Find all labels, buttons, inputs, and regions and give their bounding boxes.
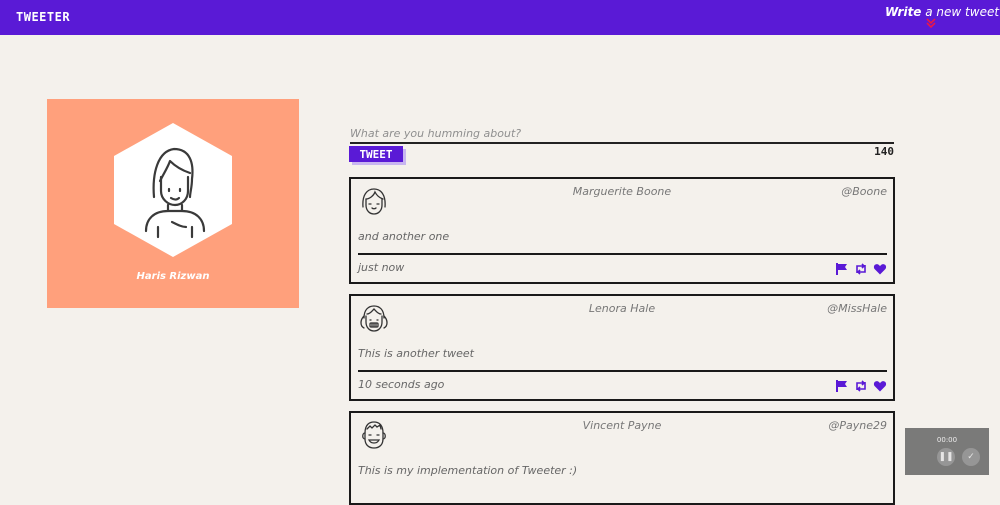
tweet-card: Marguerite Boone @Boone and another one … [349,177,895,284]
tweet-timestamp: 10 seconds ago [358,378,445,391]
retweet-icon[interactable] [854,378,868,392]
tweet-text: and another one [358,230,450,243]
write-new-tweet-link[interactable]: Write a new tweet [885,5,999,19]
tweet-divider [358,253,887,255]
tweet-actions [835,261,887,275]
recorder-widget: 00:00 ❚❚ ✓ [905,428,989,475]
tweet-text: This is my implementation of Tweeter :) [358,464,578,477]
pause-icon[interactable]: ❚❚ [937,448,955,466]
tweet-author: Vincent Payne [582,419,662,432]
tweet-text: This is another tweet [358,347,474,360]
tweet-card: Lenora Hale @MissHale This is another tw… [349,294,895,401]
tweet-handle: @Boone [841,185,887,198]
tweet-actions [835,378,887,392]
check-icon[interactable]: ✓ [962,448,980,466]
tweet-button[interactable]: TWEET [349,146,403,162]
tweet-divider [358,370,887,372]
tweet-author: Lenora Hale [588,302,656,315]
character-counter: 140 [874,145,894,158]
profile-name: Haris Rizwan [136,271,210,282]
tweet-author: Marguerite Boone [572,185,672,198]
recorder-time: 00:00 [936,436,958,444]
tweet-handle: @MissHale [827,302,887,315]
tweet-input[interactable] [350,124,894,144]
tweet-timestamp: just now [358,261,405,274]
profile-avatar [114,123,232,257]
write-bold-label: Write [885,5,922,19]
retweet-icon[interactable] [854,261,868,275]
heart-icon[interactable] [873,378,887,392]
brand-logo[interactable]: TWEETER [16,10,70,24]
flag-icon[interactable] [835,261,849,275]
tweet-card: Vincent Payne @Payne29 This is my implem… [349,411,895,505]
tweet-handle: @Payne29 [828,419,887,432]
profile-card: Haris Rizwan [47,99,299,308]
double-chevron-down-icon[interactable] [926,18,936,31]
write-rest-label: a new tweet [921,5,1000,19]
flag-icon[interactable] [835,378,849,392]
top-nav: TWEETER Write a new tweet [0,0,1000,35]
heart-icon[interactable] [873,261,887,275]
